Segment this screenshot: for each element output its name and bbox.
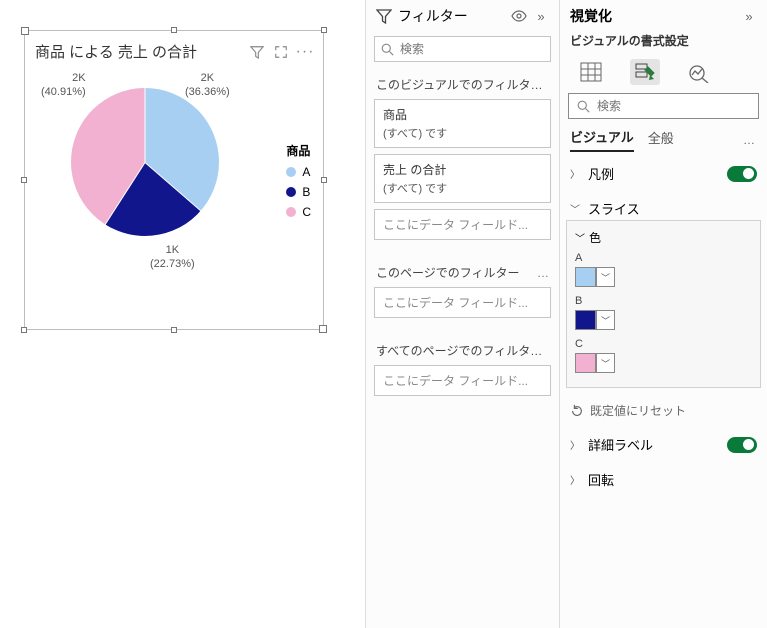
colors-heading: 色 [589, 229, 601, 246]
slice-label-c: 2K(40.91%) [41, 72, 86, 100]
format-search[interactable] [568, 93, 759, 119]
filters-title: フィルター [398, 6, 468, 26]
tab-visual[interactable]: ビジュアル [570, 127, 634, 152]
collapse-pane-icon[interactable]: » [533, 8, 549, 24]
filters-search[interactable] [374, 36, 551, 62]
search-icon [381, 41, 394, 57]
reset-label: 既定値にリセット [590, 402, 686, 419]
format-search-input[interactable] [597, 99, 752, 113]
chevron-down-icon[interactable]: ﹀ [596, 354, 614, 372]
color-picker-a[interactable]: ﹀ [575, 267, 615, 287]
viz-subtitle: ビジュアルの書式設定 [560, 32, 767, 55]
collapse-viz-pane-icon[interactable]: » [741, 8, 757, 24]
filter-card-value: (すべて) です [383, 180, 542, 196]
prop-legend[interactable]: 〉 凡例 [560, 156, 767, 191]
legend-item-b[interactable]: B [286, 185, 311, 199]
color-label-c: C [575, 338, 752, 350]
chevron-down-icon[interactable]: ﹀ [575, 230, 585, 245]
viz-title: 視覚化 [570, 6, 612, 26]
color-picker-b[interactable]: ﹀ [575, 310, 615, 330]
show-hide-pane-icon[interactable] [511, 8, 527, 24]
section-more-icon[interactable]: … [537, 266, 549, 280]
prop-rotation[interactable]: 〉 回転 [560, 462, 767, 497]
legend-item-a[interactable]: A [286, 165, 311, 179]
filter-pane-icon [376, 8, 392, 24]
filters-pane: フィルター » このビジュアルでのフィルター… 商品 (すべて) です 売上 の… [365, 0, 560, 628]
report-canvas[interactable]: 商品 による 売上 の合計 ··· 2K(36.36%) [0, 0, 365, 628]
search-icon [575, 98, 591, 114]
pie-chart-visual[interactable]: 商品 による 売上 の合計 ··· 2K(36.36%) [24, 30, 324, 330]
chart-area: 2K(36.36%) 1K(22.73%) 2K(40.91%) 商品 A B … [25, 62, 323, 312]
prop-label: 詳細ラベル [588, 435, 727, 454]
colors-subpanel: ﹀ 色 A ﹀ B ﹀ C ﹀ [566, 220, 761, 388]
filters-section-all: すべてのページでのフィルター… [376, 342, 549, 359]
prop-slices[interactable]: ﹀ スライス [560, 191, 767, 220]
filter-drop-page[interactable]: ここにデータ フィールド... [374, 287, 551, 318]
prop-label: スライス [588, 199, 757, 218]
filter-card-value: (すべて) です [383, 125, 542, 141]
filter-card-sales[interactable]: 売上 の合計 (すべて) です [374, 154, 551, 203]
visual-title: 商品 による 売上 の合計 [35, 41, 197, 62]
filter-card-product[interactable]: 商品 (すべて) です [374, 99, 551, 148]
filters-section-page: このページでのフィルター [376, 264, 520, 281]
filters-search-input[interactable] [400, 42, 555, 56]
slice-label-b: 1K(22.73%) [150, 244, 195, 272]
color-label-a: A [575, 252, 752, 264]
reset-to-default[interactable]: 既定値にリセット [560, 396, 767, 427]
filter-drop-visual[interactable]: ここにデータ フィールド... [374, 209, 551, 240]
analytics-tab[interactable] [684, 59, 714, 85]
focus-mode-icon[interactable] [273, 44, 289, 60]
chevron-right-icon: 〉 [570, 166, 582, 181]
legend-item-c[interactable]: C [286, 205, 311, 219]
filters-section-visual: このビジュアルでのフィルター… [376, 76, 549, 93]
reset-icon [570, 404, 584, 418]
visualizations-pane: 視覚化 » ビジュアルの書式設定 ビジュアル 全般 … 〉 凡例 ﹀ スライス [560, 0, 767, 628]
color-picker-c[interactable]: ﹀ [575, 353, 615, 373]
chevron-right-icon: 〉 [570, 437, 582, 452]
filter-card-name: 商品 [383, 106, 542, 123]
legend-title: 商品 [286, 142, 311, 159]
prop-label: 回転 [588, 470, 757, 489]
slice-label-a: 2K(36.36%) [185, 72, 230, 100]
prop-detail-labels[interactable]: 〉 詳細ラベル [560, 427, 767, 462]
chart-legend: 商品 A B C [286, 142, 311, 225]
prop-label: 凡例 [588, 164, 727, 183]
color-label-b: B [575, 295, 752, 307]
build-visual-tab[interactable] [576, 59, 606, 85]
more-options-icon[interactable]: ··· [297, 44, 313, 60]
format-visual-tab[interactable] [630, 59, 660, 85]
chevron-down-icon[interactable]: ﹀ [596, 311, 614, 329]
tab-general[interactable]: 全般 [648, 128, 674, 151]
tab-more-icon[interactable]: … [743, 133, 757, 147]
filter-drop-all[interactable]: ここにデータ フィールド... [374, 365, 551, 396]
toggle-detail-labels[interactable] [727, 437, 757, 453]
filter-icon[interactable] [249, 44, 265, 60]
chevron-down-icon[interactable]: ﹀ [596, 268, 614, 286]
chevron-down-icon: ﹀ [570, 201, 582, 216]
toggle-legend[interactable] [727, 166, 757, 182]
chevron-right-icon: 〉 [570, 472, 582, 487]
filter-card-name: 売上 の合計 [383, 161, 542, 178]
